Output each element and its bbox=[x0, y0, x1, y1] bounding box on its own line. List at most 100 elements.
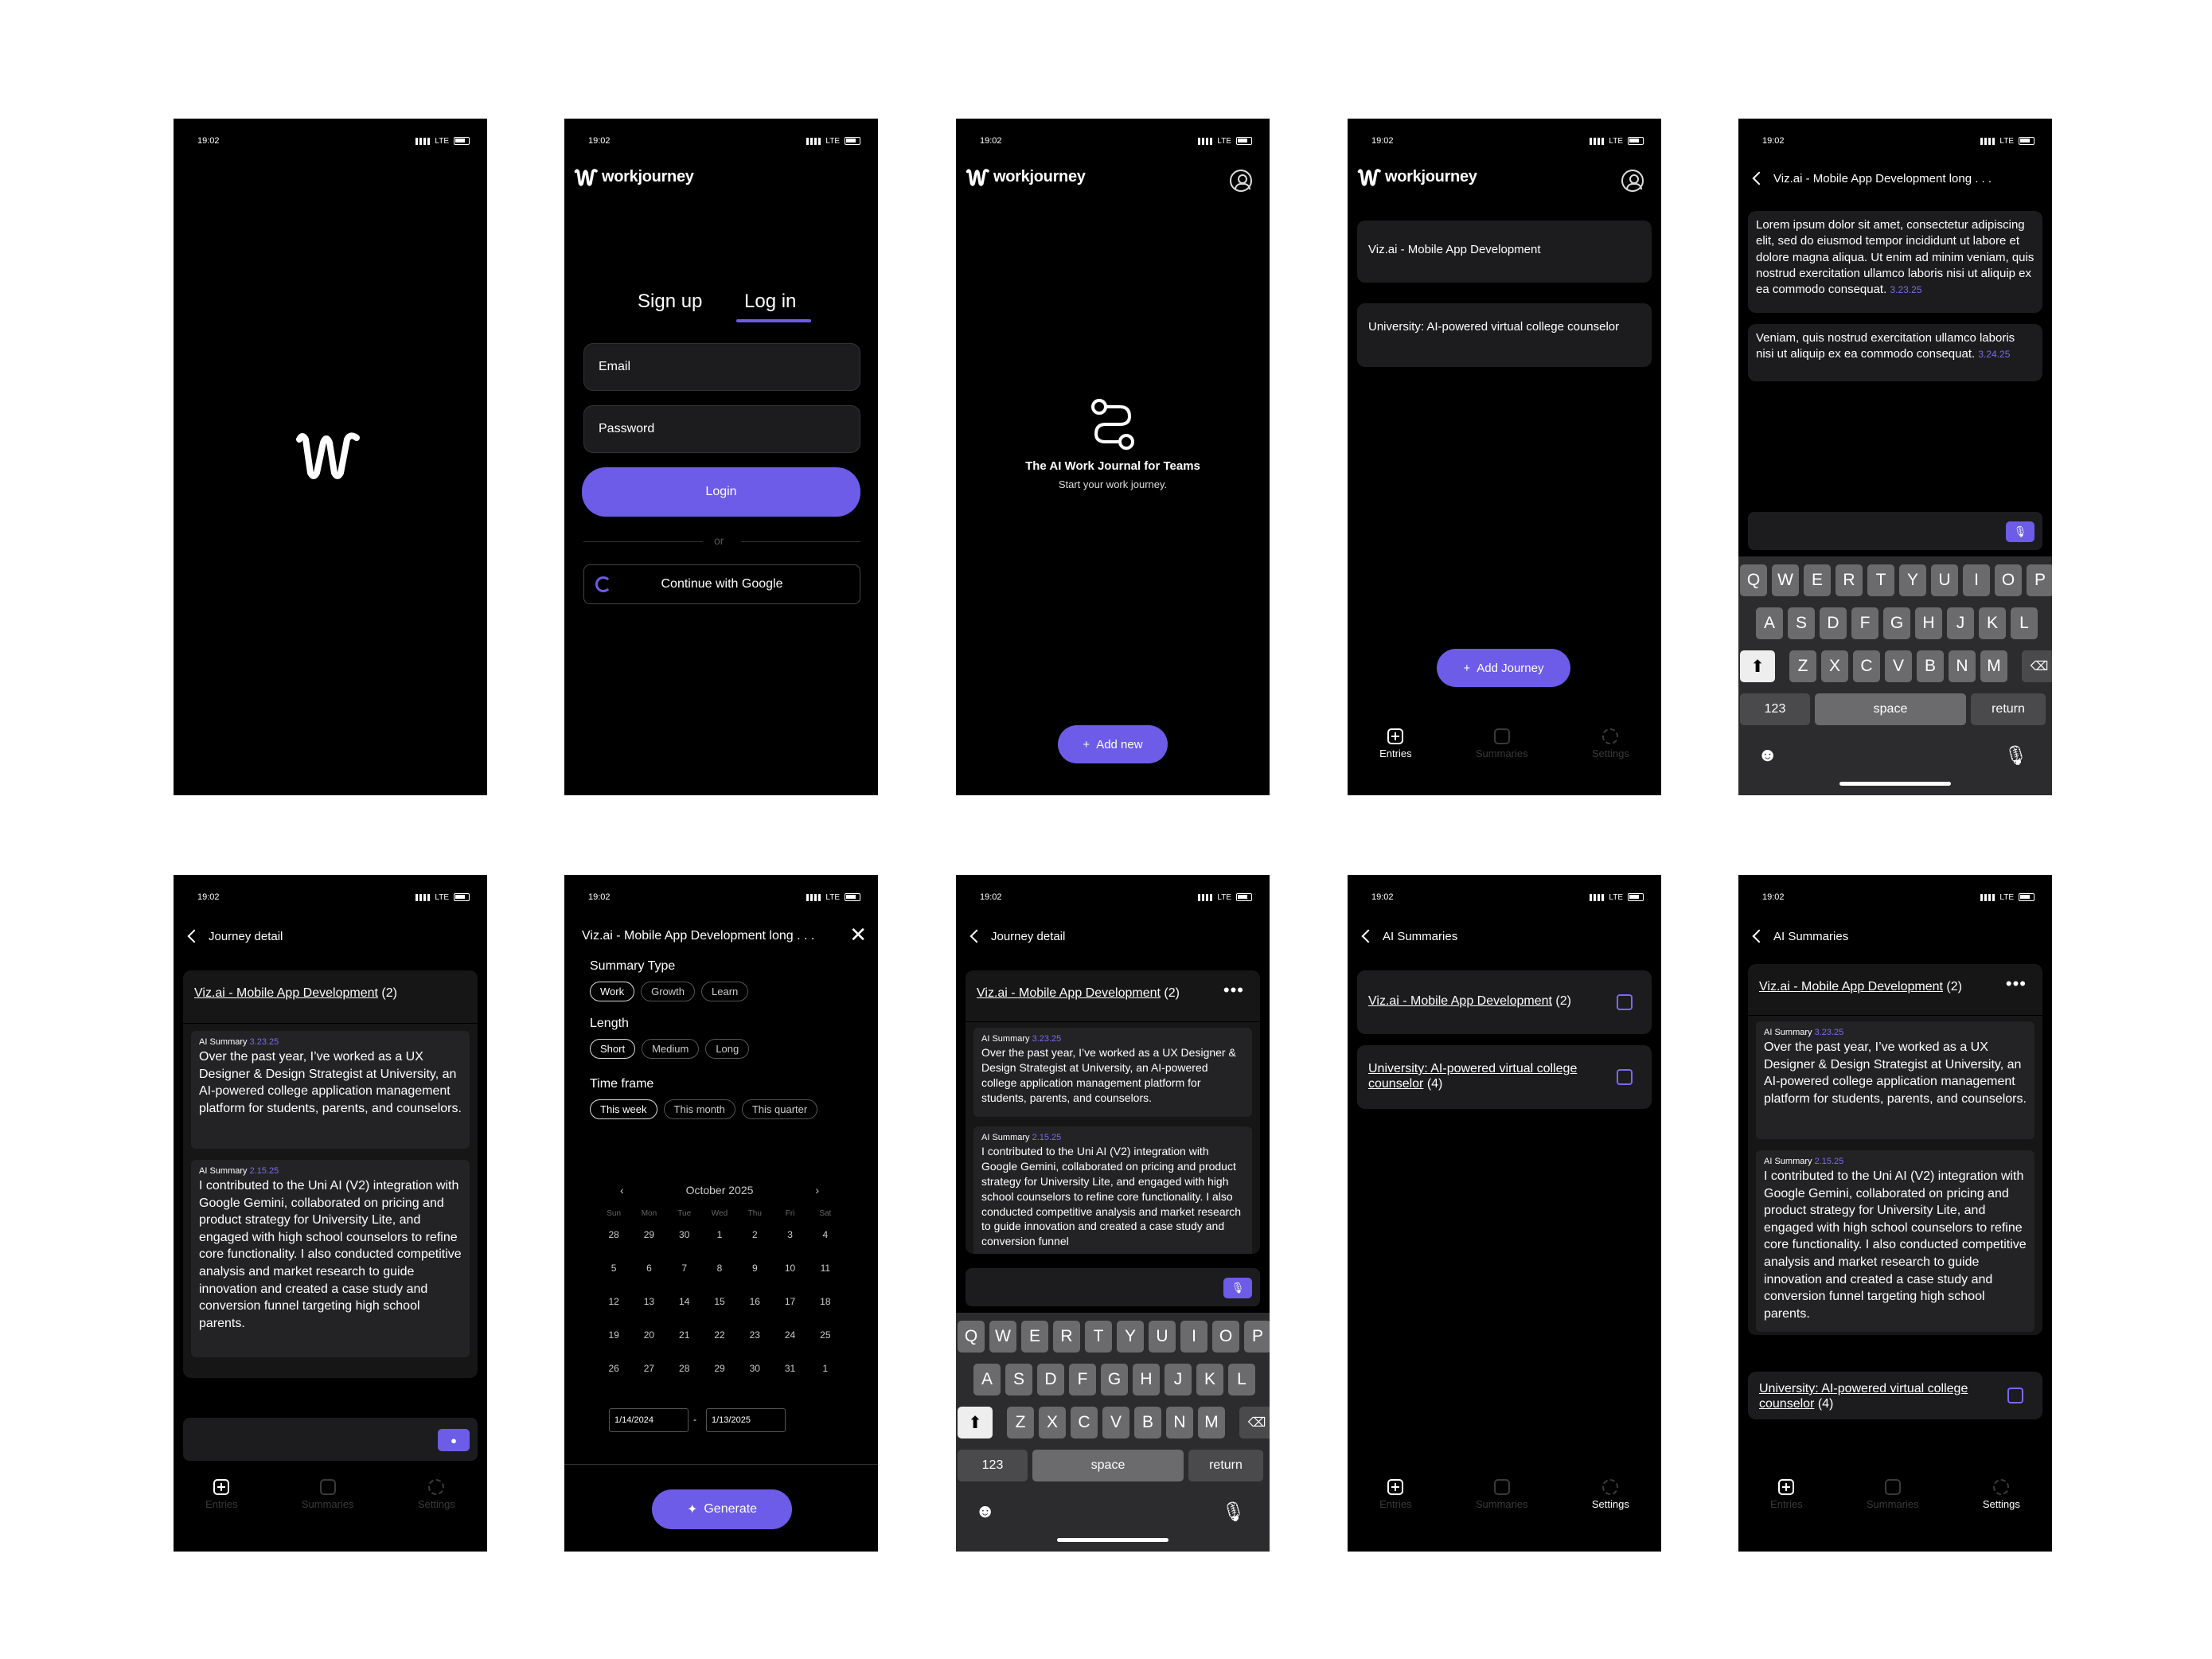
calendar-day[interactable]: 25 bbox=[808, 1329, 843, 1341]
key[interactable]: P bbox=[1244, 1321, 1270, 1353]
calendar-day[interactable]: 11 bbox=[808, 1263, 843, 1274]
key[interactable]: Q bbox=[1740, 564, 1767, 596]
key[interactable]: S bbox=[1788, 607, 1815, 639]
numbers-key[interactable]: 123 bbox=[1740, 693, 1810, 725]
calendar-day[interactable]: 10 bbox=[772, 1263, 807, 1274]
key[interactable]: M bbox=[1198, 1407, 1225, 1438]
ai-summary-icon[interactable] bbox=[2007, 1388, 2023, 1403]
journey-card[interactable]: Viz.ai - Mobile App Development bbox=[1357, 221, 1652, 283]
key[interactable]: A bbox=[973, 1364, 1001, 1396]
mic-icon[interactable]: 🎙 bbox=[1223, 1278, 1252, 1298]
key[interactable]: J bbox=[1947, 607, 1974, 639]
back-icon[interactable] bbox=[1752, 929, 1766, 943]
tab-settings[interactable]: Settings bbox=[418, 1479, 455, 1510]
profile-icon[interactable] bbox=[1621, 170, 1644, 192]
calendar-day[interactable]: 29 bbox=[702, 1363, 737, 1374]
numbers-key[interactable]: 123 bbox=[958, 1450, 1028, 1481]
calendar-day[interactable]: 5 bbox=[596, 1263, 631, 1274]
key[interactable]: G bbox=[1101, 1364, 1128, 1396]
calendar-day[interactable]: 28 bbox=[596, 1229, 631, 1240]
calendar-day[interactable]: 23 bbox=[737, 1329, 772, 1341]
tab-summaries[interactable]: Summaries bbox=[1867, 1479, 1919, 1510]
tab-settings[interactable]: Settings bbox=[1983, 1479, 2020, 1510]
key[interactable]: Q bbox=[958, 1321, 985, 1353]
space-key[interactable]: space bbox=[1032, 1450, 1184, 1481]
chip-this-month[interactable]: This month bbox=[663, 1099, 735, 1119]
calendar-day[interactable]: 14 bbox=[667, 1296, 702, 1307]
tab-settings[interactable]: Settings bbox=[1592, 728, 1629, 759]
calendar-day[interactable]: 17 bbox=[772, 1296, 807, 1307]
entry-note[interactable]: Veniam, quis nostrud exercitation ullamc… bbox=[1748, 324, 2042, 381]
key[interactable]: D bbox=[1037, 1364, 1064, 1396]
key[interactable]: O bbox=[1995, 564, 2022, 596]
calendar-day[interactable]: 20 bbox=[631, 1329, 666, 1341]
calendar-day[interactable]: 31 bbox=[772, 1363, 807, 1374]
calendar-day[interactable]: 27 bbox=[631, 1363, 666, 1374]
tab-summaries[interactable]: Summaries bbox=[1476, 728, 1528, 759]
dictation-icon[interactable]: 🎙 bbox=[2004, 744, 2028, 767]
ai-summary-icon[interactable] bbox=[1617, 994, 1633, 1010]
mic-icon[interactable]: 🎙 bbox=[2006, 521, 2034, 542]
delete-key[interactable]: ⌫ bbox=[1239, 1407, 1270, 1438]
calendar-day[interactable]: 6 bbox=[631, 1263, 666, 1274]
key[interactable]: L bbox=[1228, 1364, 1255, 1396]
key[interactable]: V bbox=[1885, 650, 1912, 682]
calendar-day[interactable]: 19 bbox=[596, 1329, 631, 1341]
more-options-icon[interactable]: ••• bbox=[2006, 974, 2027, 994]
key[interactable]: N bbox=[1166, 1407, 1193, 1438]
chip-work[interactable]: Work bbox=[590, 982, 635, 1001]
generate-button[interactable]: ✦ Generate bbox=[652, 1489, 792, 1529]
key[interactable]: B bbox=[1134, 1407, 1161, 1438]
more-options-icon[interactable]: ••• bbox=[1223, 980, 1244, 1001]
key[interactable]: L bbox=[2011, 607, 2038, 639]
key[interactable]: E bbox=[1021, 1321, 1048, 1353]
space-key[interactable]: space bbox=[1815, 693, 1966, 725]
chip-long[interactable]: Long bbox=[705, 1039, 750, 1059]
key[interactable]: I bbox=[1963, 564, 1990, 596]
calendar-day[interactable]: 1 bbox=[702, 1229, 737, 1240]
calendar-day[interactable]: 21 bbox=[667, 1329, 702, 1341]
summary-journey-card[interactable]: Viz.ai - Mobile App Development (2) bbox=[1357, 970, 1652, 1034]
chip-medium[interactable]: Medium bbox=[642, 1039, 700, 1059]
key[interactable]: K bbox=[1196, 1364, 1223, 1396]
back-icon[interactable] bbox=[1361, 929, 1375, 943]
journey-title[interactable]: Viz.ai - Mobile App Development (2) bbox=[977, 986, 1180, 1001]
calendar-day[interactable]: 2 bbox=[737, 1229, 772, 1240]
back-icon[interactable] bbox=[969, 929, 984, 943]
key[interactable]: T bbox=[1085, 1321, 1112, 1353]
calendar-day[interactable]: 13 bbox=[631, 1296, 666, 1307]
calendar-day[interactable]: 9 bbox=[737, 1263, 772, 1274]
key[interactable]: Z bbox=[1007, 1407, 1034, 1438]
tab-summaries[interactable]: Summaries bbox=[302, 1479, 354, 1510]
entry-input[interactable]: ● bbox=[183, 1418, 478, 1461]
back-icon[interactable] bbox=[1752, 171, 1766, 185]
google-button[interactable]: Continue with Google bbox=[583, 564, 860, 604]
add-new-button[interactable]: + Add new bbox=[1058, 725, 1168, 763]
dictation-icon[interactable]: 🎙 bbox=[1222, 1501, 1246, 1524]
calendar-day[interactable]: 30 bbox=[667, 1229, 702, 1240]
email-field[interactable]: Email bbox=[583, 343, 860, 391]
back-icon[interactable] bbox=[187, 929, 201, 943]
password-field[interactable]: Password bbox=[583, 405, 860, 453]
emoji-icon[interactable]: ☻ bbox=[1758, 744, 1777, 767]
tab-entries[interactable]: Entries bbox=[205, 1479, 238, 1510]
key[interactable]: R bbox=[1053, 1321, 1080, 1353]
shift-key[interactable]: ⬆ bbox=[958, 1407, 993, 1438]
entry-note[interactable]: Lorem ipsum dolor sit amet, consectetur … bbox=[1748, 211, 2042, 313]
calendar-day[interactable]: 12 bbox=[596, 1296, 631, 1307]
key[interactable]: U bbox=[1931, 564, 1958, 596]
calendar-day[interactable]: 30 bbox=[737, 1363, 772, 1374]
journey-title[interactable]: Viz.ai - Mobile App Development (2) bbox=[1759, 980, 1962, 994]
key[interactable]: H bbox=[1915, 607, 1942, 639]
key[interactable]: F bbox=[1069, 1364, 1096, 1396]
key[interactable]: C bbox=[1071, 1407, 1098, 1438]
calendar-day[interactable]: 28 bbox=[667, 1363, 702, 1374]
calendar-day[interactable]: 22 bbox=[702, 1329, 737, 1341]
entry-input[interactable]: 🎙 bbox=[966, 1268, 1260, 1306]
prev-month-icon[interactable]: ‹ bbox=[620, 1184, 624, 1196]
calendar-day[interactable]: 24 bbox=[772, 1329, 807, 1341]
entry-input[interactable]: 🎙 bbox=[1748, 512, 2042, 550]
summary-card[interactable]: AI Summary 3.23.25 Over the past year, I… bbox=[191, 1031, 470, 1149]
login-button[interactable]: Login bbox=[582, 467, 860, 517]
tab-entries[interactable]: Entries bbox=[1770, 1479, 1803, 1510]
